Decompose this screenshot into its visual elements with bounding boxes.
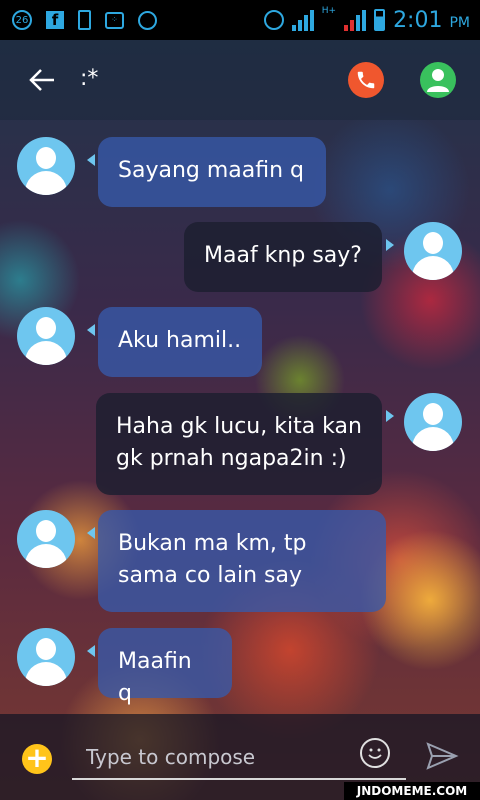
clock: 2:01 PM — [393, 8, 470, 33]
notification-count: 26 — [15, 14, 29, 26]
bubble-tail — [87, 324, 95, 336]
clock-ampm: PM — [449, 14, 470, 31]
user-avatar[interactable] — [404, 222, 462, 280]
bubble-tail — [87, 527, 95, 539]
clock-time: 2:01 — [393, 7, 443, 33]
contact-icon — [427, 69, 449, 92]
contact-name: :* — [80, 66, 99, 91]
smiley-face-icon — [368, 748, 382, 759]
message-text: Bukan ma km, tp sama co lain say — [118, 531, 307, 588]
alarm-icon — [263, 10, 284, 30]
message-bubble-outgoing[interactable]: Maaf knp say? — [184, 222, 382, 292]
bubble-tail — [87, 645, 95, 657]
message-bubble-incoming[interactable]: Aku hamil.. — [98, 307, 262, 377]
call-icon — [357, 71, 375, 89]
signal-icon — [291, 9, 314, 31]
conversation-header: :* — [0, 40, 480, 120]
emoji-icon[interactable] — [360, 738, 390, 768]
message-text: Sayang maafin q — [118, 158, 305, 183]
message-bubble-outgoing[interactable]: Haha gk lucu, kita kan gk prnah ngapa2in… — [96, 393, 382, 495]
send-icon[interactable] — [424, 738, 460, 774]
call-button[interactable] — [348, 62, 384, 98]
contact-avatar[interactable] — [17, 137, 75, 195]
contact-avatar[interactable] — [17, 510, 75, 568]
facebook-icon: f — [46, 11, 64, 29]
signal-icon-2 — [344, 9, 367, 31]
phone-icon — [78, 10, 91, 30]
notification-count-icon: 26 — [12, 10, 32, 30]
contact-button[interactable] — [420, 62, 456, 98]
message-text: Haha gk lucu, kita kan gk prnah ngapa2in… — [116, 414, 362, 471]
message-bubble-incoming[interactable]: Maafin q — [98, 628, 232, 706]
message-bubble-incoming[interactable]: Sayang maafin q — [98, 137, 326, 207]
bubble-tail — [386, 239, 394, 251]
bubble-tail — [87, 154, 95, 166]
add-icon[interactable]: + — [22, 744, 52, 774]
message-text: Aku hamil.. — [118, 328, 242, 353]
bubble-tail — [386, 410, 394, 422]
status-bar: 26 f ⁘ H+ 2:01 PM — [0, 0, 480, 40]
bbm-icon: ⁘ — [105, 11, 124, 29]
back-arrow-icon[interactable] — [28, 66, 56, 94]
message-bubble-incoming[interactable]: Bukan ma km, tp sama co lain say — [98, 510, 386, 612]
compose-input[interactable] — [72, 736, 406, 780]
whatsapp-icon — [138, 10, 157, 30]
watermark: JNDOMEME.COM — [344, 782, 480, 800]
contact-avatar[interactable] — [17, 628, 75, 686]
battery-icon — [374, 9, 386, 31]
user-avatar[interactable] — [404, 393, 462, 451]
contact-avatar[interactable] — [17, 307, 75, 365]
message-text: Maaf knp say? — [204, 243, 362, 268]
message-text: Maafin q — [118, 649, 192, 706]
network-type: H+ — [321, 6, 337, 16]
